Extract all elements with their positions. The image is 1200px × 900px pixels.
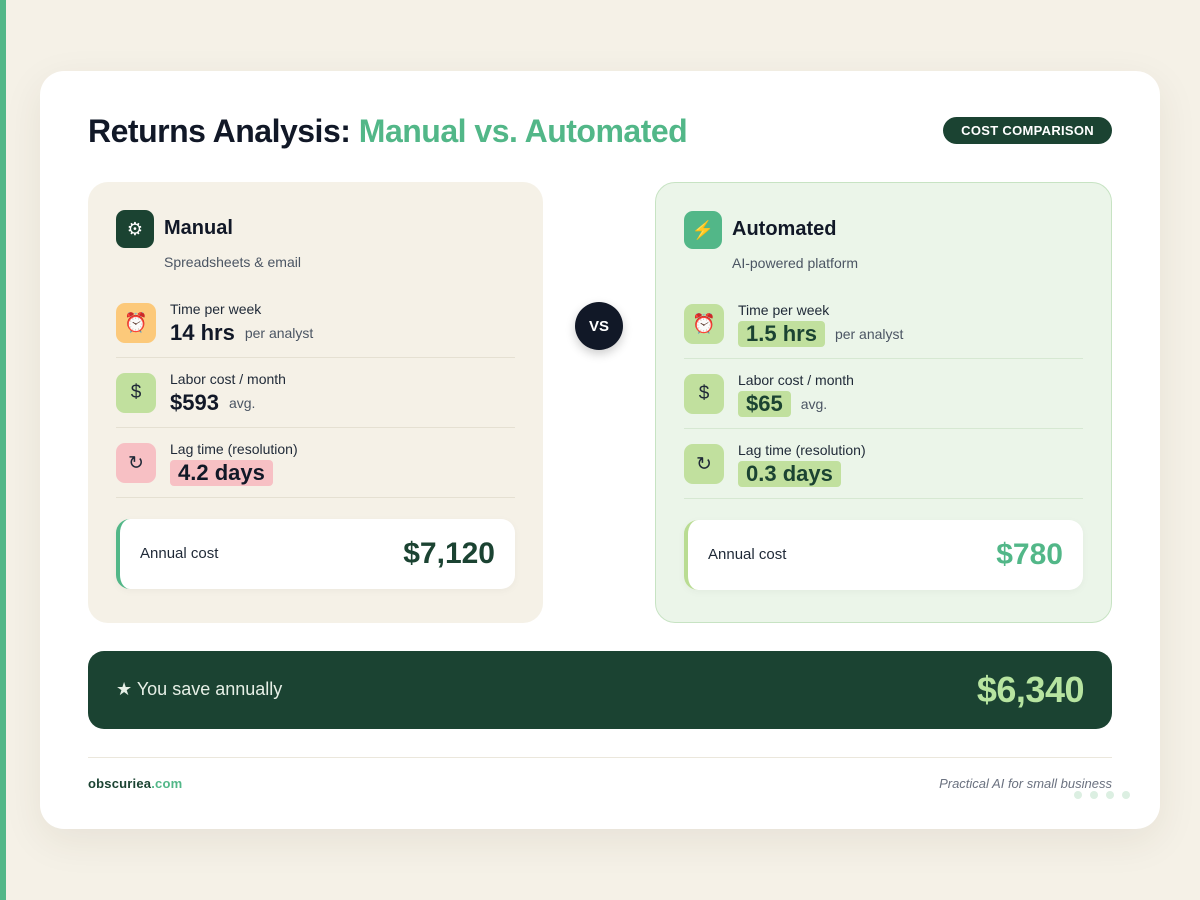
savings-label: ★ You save annually — [116, 679, 283, 699]
dollar-icon: $ — [116, 373, 156, 413]
metric-unit: per analyst — [834, 326, 904, 342]
metric-label: Labor cost / month — [738, 372, 854, 388]
metric-row-time: ⏰ Time per week 14 hrs per analyst — [116, 288, 515, 358]
header: Returns Analysis: Manual vs. Automated C… — [88, 111, 1112, 151]
savings-value: $6,340 — [976, 669, 1085, 710]
metric-label: Lag time (resolution) — [738, 442, 866, 458]
title-main: Returns Analysis: — [88, 113, 359, 149]
metric-label: Time per week — [170, 301, 262, 317]
metric-value-group: $65 avg. — [738, 391, 827, 417]
metric-label: Time per week — [738, 302, 830, 318]
annual-cost-value: $780 — [996, 538, 1063, 571]
left-accent-strip — [0, 0, 6, 900]
brand-name: obscuriea — [88, 776, 152, 791]
refresh-icon: ↻ — [684, 444, 724, 484]
metric-row-lag-time: ↻ Lag time (resolution) 4.2 days — [116, 428, 515, 498]
metric-value-group: 1.5 hrs per analyst — [738, 321, 903, 347]
metric-value: 1.5 hrs — [738, 321, 825, 347]
brand-tld: .com — [151, 776, 183, 791]
manual-title: Manual — [164, 217, 233, 239]
title-accent: Manual vs. Automated — [358, 113, 688, 149]
annual-cost-label: Annual cost — [140, 545, 219, 562]
refresh-icon: ↻ — [116, 443, 156, 483]
gear-icon: ⚙ — [116, 210, 154, 248]
automated-title: Automated — [732, 218, 837, 240]
metric-row-labor-cost: $ Labor cost / month $593 avg. — [116, 358, 515, 428]
metric-value: 0.3 days — [738, 461, 841, 487]
metric-row-labor-cost: $ Labor cost / month $65 avg. — [684, 359, 1083, 429]
savings-banner: ★ You save annually $6,340 — [88, 651, 1112, 729]
footer-divider — [88, 757, 1112, 758]
dot — [1106, 791, 1114, 799]
metric-row-lag-time: ↻ Lag time (resolution) 0.3 days — [684, 429, 1083, 499]
metric-unit: avg. — [800, 396, 828, 412]
metric-value: 4.2 days — [170, 460, 273, 486]
metric-value-group: 14 hrs per analyst — [170, 320, 313, 346]
metric-value-group: 0.3 days — [738, 461, 841, 487]
automated-subtitle: AI-powered platform — [732, 255, 859, 271]
automated-metrics: ⏰ Time per week 1.5 hrs per analyst $ La… — [684, 289, 1083, 499]
dot — [1122, 791, 1130, 799]
decorative-dots — [1074, 791, 1130, 799]
alarm-clock-icon: ⏰ — [684, 304, 724, 344]
metric-unit: per analyst — [244, 325, 314, 341]
manual-panel: ⚙ Manual Spreadsheets & email ⏰ Time per… — [88, 182, 543, 623]
automated-panel: ⚡ Automated AI-powered platform ⏰ Time p… — [655, 182, 1112, 623]
metric-value: $593 — [170, 390, 219, 415]
brand-link[interactable]: obscuriea.com — [88, 776, 182, 791]
annual-cost-value: $7,120 — [403, 537, 495, 570]
metric-row-time: ⏰ Time per week 1.5 hrs per analyst — [684, 289, 1083, 359]
metric-label: Labor cost / month — [170, 371, 286, 387]
manual-metrics: ⏰ Time per week 14 hrs per analyst $ Lab… — [116, 288, 515, 498]
comparison-card: Returns Analysis: Manual vs. Automated C… — [40, 71, 1160, 829]
automated-panel-header: ⚡ Automated AI-powered platform — [684, 211, 1083, 271]
metric-value: $65 — [738, 391, 791, 417]
alarm-clock-icon: ⏰ — [116, 303, 156, 343]
dollar-icon: $ — [684, 374, 724, 414]
dot — [1090, 791, 1098, 799]
metric-value-group: $593 avg. — [170, 390, 255, 416]
metric-label: Lag time (resolution) — [170, 441, 298, 457]
metric-unit: avg. — [228, 395, 256, 411]
metric-value: 14 hrs — [170, 320, 235, 345]
annual-cost-label: Annual cost — [708, 546, 787, 563]
tagline: Practical AI for small business — [939, 776, 1112, 791]
dot — [1074, 791, 1082, 799]
cost-comparison-badge: COST COMPARISON — [943, 117, 1112, 144]
manual-annual-cost: Annual cost $7,120 — [116, 519, 515, 589]
manual-panel-header: ⚙ Manual Spreadsheets & email — [116, 210, 515, 270]
manual-subtitle: Spreadsheets & email — [164, 254, 301, 270]
automated-annual-cost: Annual cost $780 — [684, 520, 1083, 590]
vs-badge: VS — [575, 302, 623, 350]
lightning-icon: ⚡ — [684, 211, 722, 249]
metric-value-group: 4.2 days — [170, 460, 273, 486]
